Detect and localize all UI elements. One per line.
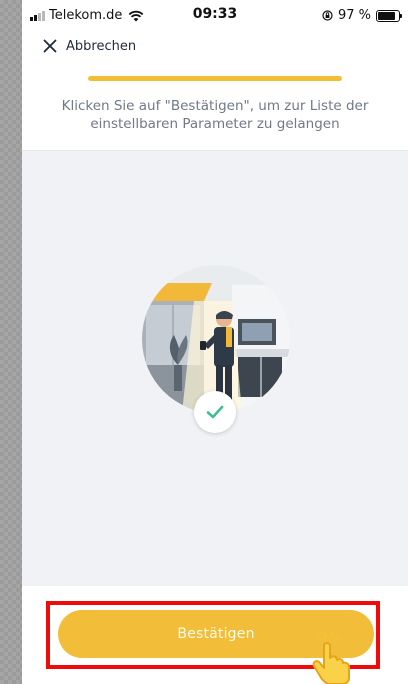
app-screen: Telekom.de 09:33 97 % Abbrechen Klicken …: [22, 0, 408, 684]
orientation-lock-icon: [322, 10, 333, 21]
status-bar: Telekom.de 09:33 97 %: [22, 0, 408, 34]
header: Abbrechen Klicken Sie auf "Bestätigen", …: [22, 34, 408, 151]
progress-fill: [88, 76, 342, 81]
success-badge: [194, 391, 236, 433]
instruction-text: Klicken Sie auf "Bestätigen", um zur Lis…: [61, 98, 369, 132]
checkmark-icon: [206, 405, 224, 419]
battery-area: 97 %: [322, 8, 402, 23]
background-pattern: [0, 0, 22, 684]
battery-icon: [376, 9, 402, 22]
progress-bar: [88, 76, 342, 81]
cancel-label: Abbrechen: [66, 38, 137, 54]
tap-hand-icon: [312, 629, 350, 684]
cancel-button[interactable]: Abbrechen: [42, 38, 136, 54]
close-icon: [43, 39, 57, 53]
battery-percent: 97 %: [337, 8, 371, 23]
